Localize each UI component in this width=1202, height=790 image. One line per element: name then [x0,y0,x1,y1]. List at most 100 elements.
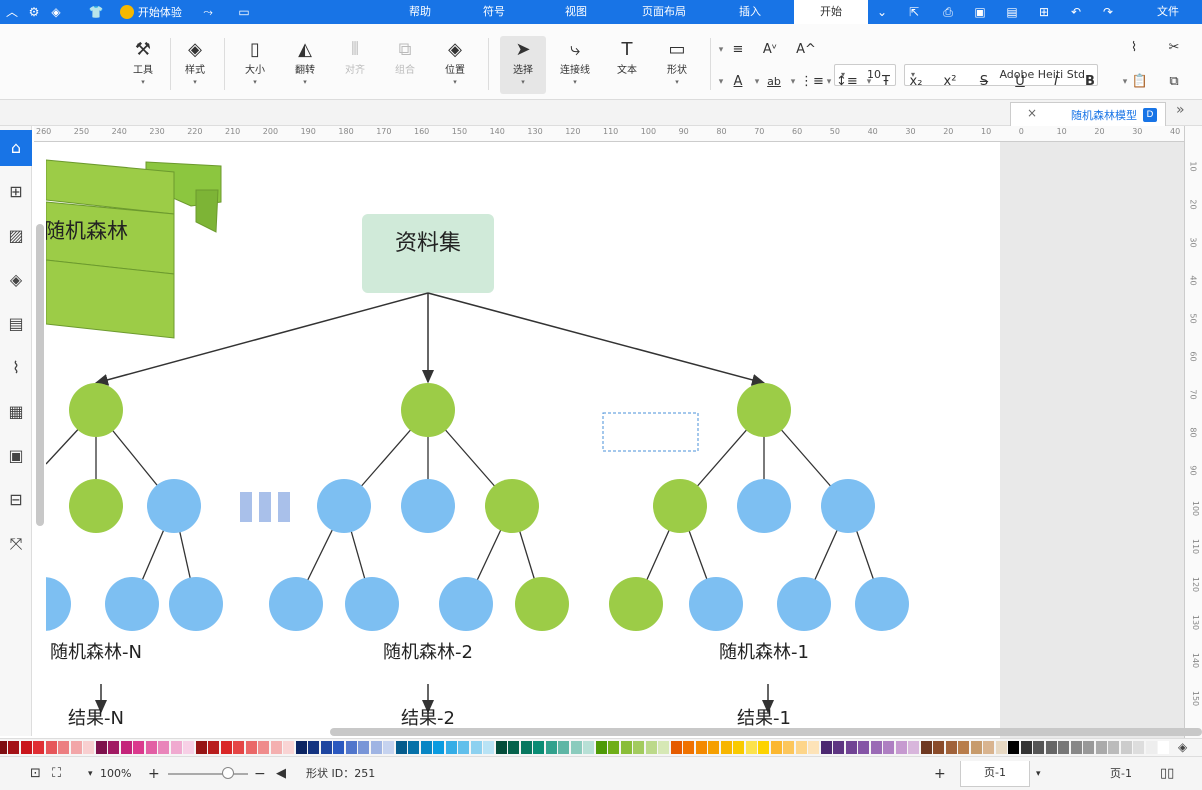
tab-view[interactable]: 视图 [548,0,604,24]
copy-icon[interactable]: ⧉ [1164,72,1184,92]
chevron-down-icon[interactable]: ▾ [752,72,762,92]
align-text-icon[interactable]: ≡ [728,40,748,60]
position-button[interactable]: ◈ 位置 ▾ [432,36,478,94]
font-family-select[interactable]: Adobe Heiti Std ▾ [904,64,1098,86]
open-folder-icon[interactable]: ▤ [1004,4,1020,20]
color-swatch[interactable] [383,741,394,754]
node-green[interactable] [69,479,123,533]
color-swatch[interactable] [495,741,507,754]
color-swatch[interactable] [408,741,419,754]
color-swatch[interactable] [533,741,544,754]
color-swatch[interactable] [1158,741,1169,754]
fit-icon[interactable]: ⤧ [0,526,32,562]
size-button[interactable]: ▯ 大小 ▾ [232,36,278,94]
feedback-icon[interactable]: ▭ [236,4,252,20]
color-swatch[interactable] [558,741,569,754]
chevron-down-icon[interactable]: ▾ [88,766,93,782]
chevron-down-icon[interactable]: ▾ [864,72,874,92]
page-icon[interactable]: ▤ [0,306,32,342]
color-swatch[interactable] [608,741,619,754]
node-green[interactable] [609,577,663,631]
highlight-icon[interactable]: ab [764,72,784,92]
node-green[interactable] [69,383,123,437]
color-swatch[interactable] [170,741,182,754]
color-swatch[interactable] [508,741,519,754]
chevron-down-icon[interactable]: ▾ [1120,72,1130,92]
increase-font-icon[interactable]: A^ [796,40,816,60]
color-swatch[interactable] [933,741,944,754]
select-button[interactable]: ➤ 选择 ▾ [500,36,546,94]
layers-icon[interactable]: ◈ [0,262,32,298]
color-swatch[interactable] [620,741,632,754]
color-swatch[interactable] [1133,741,1144,754]
chevron-down-icon[interactable]: ▾ [1036,766,1041,782]
color-swatch[interactable] [220,741,232,754]
format-painter-icon[interactable]: ⌇ [1124,38,1144,58]
node-blue[interactable] [821,479,875,533]
table-icon[interactable]: ▦ [0,394,32,430]
color-swatch[interactable] [720,741,732,754]
tab-symbol[interactable]: 符号 [466,0,522,24]
color-swatch[interactable] [758,741,769,754]
color-swatch[interactable] [83,741,94,754]
color-swatch[interactable] [108,741,119,754]
color-swatch[interactable] [258,741,269,754]
color-swatch[interactable] [145,741,157,754]
superscript-icon[interactable]: x² [940,72,960,92]
map-icon[interactable]: ▣ [0,438,32,474]
node-blue[interactable] [317,479,371,533]
color-swatch[interactable] [295,741,307,754]
subscript-icon[interactable]: x₂ [906,72,926,92]
tab-help[interactable]: 帮助 [392,0,448,24]
color-swatch[interactable] [1058,741,1069,754]
color-swatch[interactable] [45,741,57,754]
color-swatch[interactable] [808,741,819,754]
node-blue[interactable] [105,577,159,631]
color-swatch[interactable] [520,741,532,754]
node-blue[interactable] [169,577,223,631]
color-swatch[interactable] [658,741,669,754]
node-green[interactable] [485,479,539,533]
color-swatch[interactable] [833,741,844,754]
color-swatch[interactable] [958,741,969,754]
chevron-down-icon[interactable]: ▾ [824,72,834,92]
color-swatch[interactable] [308,741,319,754]
color-swatch[interactable] [745,741,757,754]
tool-button[interactable]: ⚒ 工具 ▾ [120,36,166,94]
export-icon[interactable]: ⇱ [906,4,922,20]
cut-icon[interactable]: ✂ [1164,38,1184,58]
color-swatch[interactable] [570,741,582,754]
color-swatch[interactable] [595,741,607,754]
outline-icon[interactable]: ⊟ [0,482,32,518]
color-swatch[interactable] [95,741,107,754]
node-blue[interactable] [689,577,743,631]
color-swatch[interactable] [1045,741,1057,754]
color-swatch[interactable] [1020,741,1032,754]
page-panel-icon[interactable]: ▯▯ [1160,766,1174,782]
color-swatch[interactable] [333,741,344,754]
color-swatch[interactable] [1108,741,1119,754]
color-swatch[interactable] [0,741,7,754]
color-swatch[interactable] [483,741,494,754]
color-swatch[interactable] [158,741,169,754]
color-swatch[interactable] [1120,741,1132,754]
color-swatch[interactable] [895,741,907,754]
color-swatch[interactable] [633,741,644,754]
color-swatch[interactable] [783,741,794,754]
color-swatch[interactable] [708,741,719,754]
line-spacing-icon[interactable]: ↕≡ [836,72,858,92]
shirt-icon[interactable]: 👕 [88,4,104,20]
color-swatch[interactable] [583,741,594,754]
color-swatch[interactable] [683,741,694,754]
node-blue[interactable] [345,577,399,631]
list-icon[interactable]: ⋮≡ [800,72,824,92]
font-color-icon[interactable]: A [728,72,748,92]
color-swatch[interactable] [320,741,332,754]
horizontal-scrollbar[interactable] [330,728,1202,736]
node-blue[interactable] [737,479,791,533]
empty-text-box[interactable] [602,412,699,452]
save-icon[interactable]: ▣ [972,4,988,20]
chevron-down-icon[interactable]: ▾ [788,72,798,92]
zoom-slider-thumb[interactable] [222,767,234,779]
flip-button[interactable]: ◭ 翻转 ▾ [282,36,328,94]
